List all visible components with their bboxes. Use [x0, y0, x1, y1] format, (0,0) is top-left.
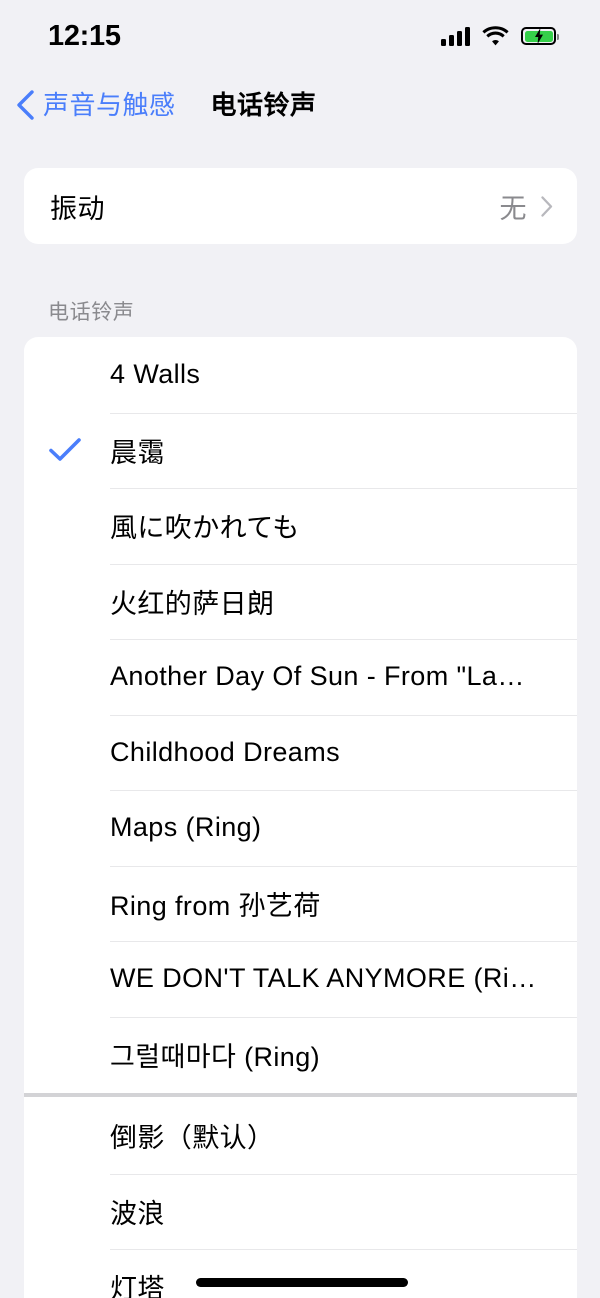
vibration-value: 无: [499, 193, 527, 224]
ringtone-row[interactable]: 風に吹かれても: [24, 488, 577, 564]
back-button-label: 声音与触感: [43, 90, 176, 120]
ringtone-row[interactable]: 4 Walls: [24, 337, 577, 413]
ringtone-row[interactable]: 火红的萨日朗: [24, 563, 577, 640]
vibration-row[interactable]: 振动 无: [24, 168, 577, 244]
status-bar-indicators: [441, 26, 559, 46]
ringtone-row[interactable]: 그럴때마다 (Ring): [24, 1016, 577, 1093]
wifi-icon: [482, 26, 509, 46]
section-header-ringtone: 电话铃声: [48, 301, 135, 324]
ringtone-label: 火红的萨日朗: [110, 588, 275, 619]
ios-settings-screen: 12:15 声音与触感 电话铃声 振动 无 电话铃声 4 Walls 晨霭 風に…: [0, 0, 600, 1298]
cellular-bars-icon: [441, 26, 470, 46]
ringtone-row[interactable]: Another Day Of Sun - From "La…: [24, 639, 577, 715]
ringtone-label: Maps (Ring): [110, 812, 262, 843]
ringtone-label: 4 Walls: [110, 359, 201, 390]
back-button[interactable]: 声音与触感: [16, 90, 176, 120]
ringtone-label: 風に吹かれても: [110, 513, 300, 544]
system-ringtone-group: 倒影（默认） 波浪灯塔: [24, 1098, 577, 1298]
vibration-label: 振动: [50, 193, 105, 224]
page-title: 电话铃声: [210, 90, 317, 120]
ringtone-list-card: 4 Walls 晨霭風に吹かれても 火红的萨日朗 Another Day Of Sun…: [24, 337, 577, 1298]
ringtone-label: 그럴때마다 (Ring): [110, 1041, 321, 1072]
ringtone-check-slot: [24, 437, 110, 463]
ringtone-row[interactable]: 晨霭: [24, 412, 577, 489]
ringtone-label: Another Day Of Sun - From "La…: [110, 661, 525, 692]
ringtone-label: WE DON'T TALK ANYMORE (Ri…: [110, 963, 537, 994]
ringtone-label: Ring from 孙艺荷: [110, 890, 321, 921]
battery-charging-icon: [521, 27, 559, 45]
status-bar: 12:15: [0, 0, 600, 72]
chevron-right-icon: [541, 195, 553, 217]
navigation-bar: 声音与触感 电话铃声: [0, 72, 600, 138]
ringtone-row[interactable]: 灯塔: [24, 1249, 577, 1298]
ringtone-row[interactable]: Childhood Dreams: [24, 714, 577, 791]
ringtone-row[interactable]: WE DON'T TALK ANYMORE (Ri…: [24, 941, 577, 1017]
ringtone-label: Childhood Dreams: [110, 736, 341, 767]
chevron-left-icon: [17, 90, 34, 120]
ringtone-row[interactable]: Ring from 孙艺荷: [24, 865, 577, 942]
vibration-value-group: 无: [500, 187, 554, 226]
ringtone-row[interactable]: 波浪: [24, 1173, 577, 1250]
ringtone-label: 晨霭: [110, 437, 165, 468]
checkmark-icon: [49, 438, 81, 462]
ringtone-label: 灯塔: [110, 1274, 165, 1298]
status-bar-time: 12:15: [48, 19, 121, 52]
ringtone-label: 倒影（默认）: [110, 1123, 275, 1154]
ringtone-row[interactable]: Maps (Ring): [24, 790, 577, 866]
custom-ringtone-group: 4 Walls 晨霭風に吹かれても 火红的萨日朗 Another Day Of Sun…: [24, 337, 577, 1092]
vibration-card: 振动 无: [24, 168, 577, 244]
ringtone-row[interactable]: 倒影（默认）: [24, 1098, 577, 1174]
home-indicator: [196, 1278, 408, 1287]
ringtone-label: 波浪: [110, 1198, 165, 1229]
